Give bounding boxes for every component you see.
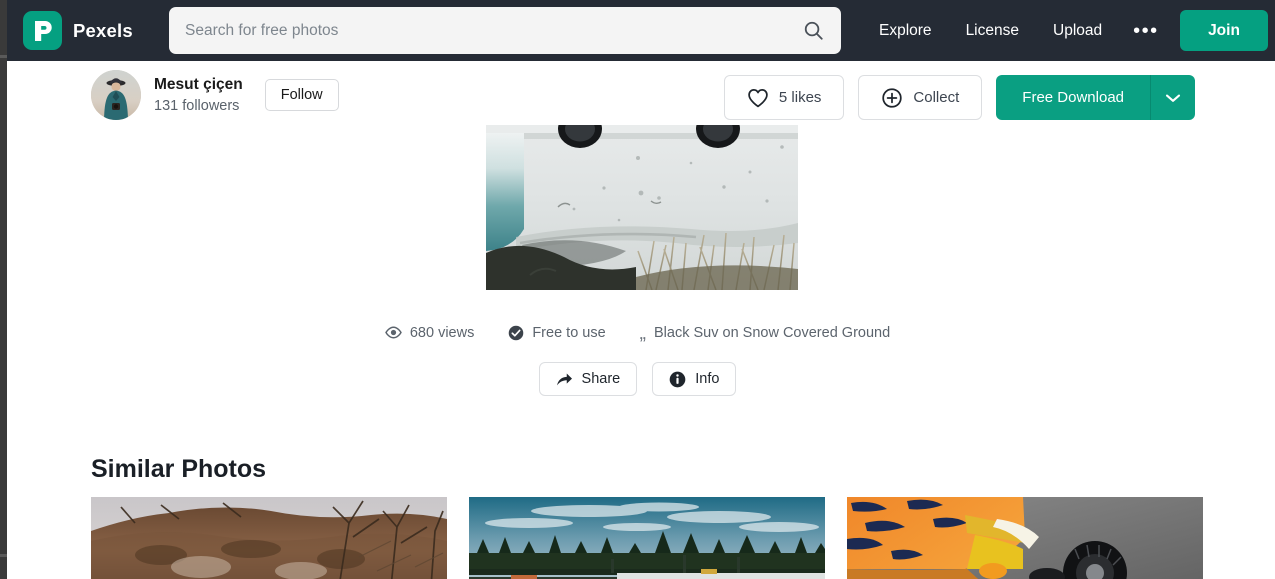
photo-actions: 5 likes Collect Free Download xyxy=(723,75,1195,120)
like-button[interactable]: 5 likes xyxy=(723,75,845,120)
similar-photo-3[interactable] xyxy=(847,497,1203,579)
main-photo[interactable] xyxy=(486,125,798,290)
nav-item-upload[interactable]: Upload xyxy=(1036,0,1119,61)
collect-button[interactable]: Collect xyxy=(858,75,983,120)
download-button-group: Free Download xyxy=(996,75,1195,120)
main-nav: Explore License Upload ••• xyxy=(862,0,1173,61)
brand-name: Pexels xyxy=(73,19,133,41)
similar-photos-heading: Similar Photos xyxy=(91,455,267,483)
download-options-chevron-down-icon[interactable] xyxy=(1150,75,1195,120)
edge-marker-top xyxy=(0,55,7,58)
similar-photo-1[interactable] xyxy=(91,497,447,579)
license-meta[interactable]: Free to use xyxy=(491,325,622,341)
author-action-bar: Mesut çiçen 131 followers Follow 5 likes… xyxy=(7,61,1275,133)
check-circle-icon xyxy=(509,325,524,340)
photo-title-label: Black Suv on Snow Covered Ground xyxy=(654,324,891,341)
photo-meta-row: 680 views Free to use „ Black Suv on Sno… xyxy=(0,323,1275,344)
quote-icon: „ xyxy=(639,323,646,344)
similar-photos-grid xyxy=(91,497,1203,579)
more-menu-icon[interactable]: ••• xyxy=(1119,6,1173,56)
info-circle-icon xyxy=(669,371,686,387)
search-input[interactable] xyxy=(169,21,785,40)
share-arrow-icon xyxy=(556,373,572,385)
site-header: Pexels Explore License Upload ••• Join xyxy=(7,0,1275,61)
views-label: 680 views xyxy=(409,324,475,341)
pexels-photo-page: Pexels Explore License Upload ••• Join xyxy=(0,0,1275,579)
eye-icon xyxy=(385,326,402,339)
info-label: Info xyxy=(695,371,720,387)
similar-photo-2[interactable] xyxy=(469,497,825,579)
avatar[interactable] xyxy=(91,70,141,120)
author-followers: 131 followers xyxy=(154,97,240,114)
views-meta: 680 views xyxy=(368,325,491,341)
share-info-row: Share Info xyxy=(0,362,1275,396)
follow-button[interactable]: Follow xyxy=(264,79,339,111)
collect-label: Collect xyxy=(913,89,960,106)
info-button[interactable]: Info xyxy=(652,362,737,396)
share-label: Share xyxy=(581,371,621,387)
join-button[interactable]: Join xyxy=(1180,10,1268,51)
pexels-logo-icon xyxy=(23,11,62,50)
search-icon[interactable] xyxy=(785,7,841,54)
edge-marker-bottom xyxy=(0,554,7,557)
free-download-button[interactable]: Free Download xyxy=(996,75,1150,120)
window-left-edge xyxy=(0,0,7,579)
license-label: Free to use xyxy=(532,324,606,341)
nav-item-license[interactable]: License xyxy=(949,0,1036,61)
photo-title-meta: „ Black Suv on Snow Covered Ground xyxy=(623,323,907,344)
author-meta: Mesut çiçen 131 followers xyxy=(154,75,243,115)
brand-home-link[interactable]: Pexels xyxy=(23,11,133,50)
search-bar[interactable] xyxy=(169,7,841,54)
nav-item-explore[interactable]: Explore xyxy=(862,0,949,61)
author-name[interactable]: Mesut çiçen xyxy=(154,75,243,94)
author-block: Mesut çiçen 131 followers Follow xyxy=(91,70,339,120)
like-count-label: 5 likes xyxy=(778,89,822,106)
share-button[interactable]: Share xyxy=(538,362,638,396)
